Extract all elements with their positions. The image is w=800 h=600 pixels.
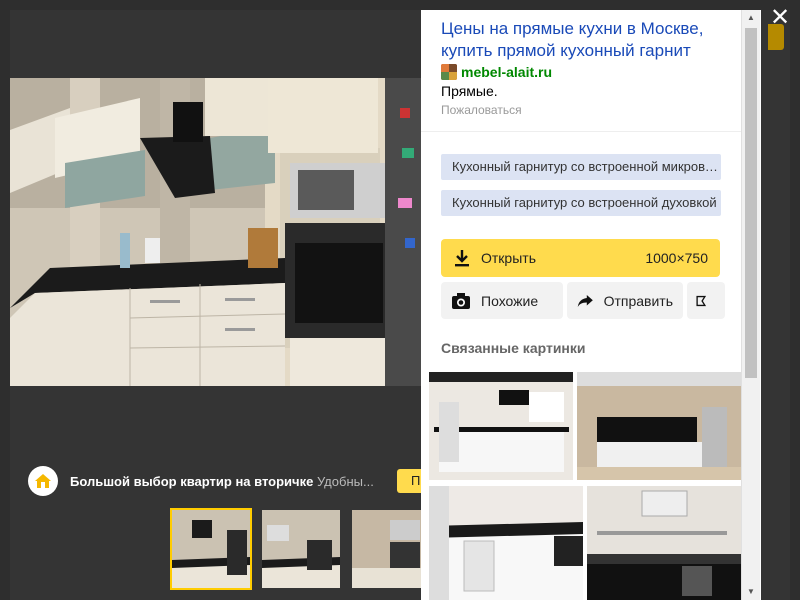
scroll-down-icon[interactable]: ▼ [746, 587, 756, 597]
kitchen-photo [10, 78, 422, 386]
action-row: Похожие Отправить [441, 282, 725, 319]
close-icon[interactable]: ✕ [768, 6, 792, 30]
house-icon [28, 466, 58, 496]
share-arrow-icon [577, 294, 593, 307]
share-button[interactable]: Отправить [567, 282, 683, 319]
similar-button[interactable]: Похожие [441, 282, 563, 319]
source-card: Цены на прямые кухни в Москве, купить пр… [421, 10, 741, 132]
thumbnail-item[interactable] [260, 508, 342, 590]
panel-scrollbar[interactable]: ▲ ▼ [741, 10, 760, 600]
open-button[interactable]: Открыть 1000×750 [441, 239, 720, 277]
page-title-link[interactable]: Цены на прямые кухни в Москве, купить пр… [441, 18, 721, 62]
main-image[interactable] [10, 78, 422, 386]
source-link[interactable]: mebel-alait.ru [441, 64, 721, 80]
camera-search-icon [452, 292, 470, 309]
thumbnail-item[interactable] [170, 508, 252, 590]
scrollbar-thumb[interactable] [745, 28, 757, 378]
related-image[interactable] [429, 486, 583, 600]
ad-title: Большой выбор квартир на вторичке [70, 473, 314, 489]
related-queries: Кухонный гарнитур со встроенной микровол… [441, 154, 721, 226]
source-domain: mebel-alait.ru [461, 64, 553, 80]
thumbnail-strip [170, 508, 432, 592]
query-chip[interactable]: Кухонный гарнитур со встроенной духовкой [441, 190, 721, 216]
image-description: Прямые. [441, 83, 498, 99]
related-image[interactable] [577, 372, 741, 480]
complain-link[interactable]: Пожаловаться [441, 103, 721, 117]
image-size: 1000×750 [645, 250, 708, 266]
download-icon [455, 250, 469, 267]
bookmark-icon [696, 295, 706, 306]
similar-label: Похожие [481, 292, 539, 309]
related-images-heading: Связанные картинки [441, 340, 586, 356]
collection-add-button[interactable] [687, 282, 725, 319]
ad-text: Большой выбор квартир на вторичке Удобны… [70, 474, 374, 489]
related-image[interactable] [429, 372, 573, 480]
site-favicon-icon [441, 64, 457, 80]
open-label: Открыть [481, 250, 536, 266]
share-label: Отправить [603, 292, 673, 309]
related-image[interactable] [587, 486, 741, 600]
scroll-up-icon[interactable]: ▲ [746, 13, 756, 23]
ad-banner[interactable]: Большой выбор квартир на вторичке Удобны… [28, 466, 427, 496]
info-panel: Цены на прямые кухни в Москве, купить пр… [421, 10, 761, 600]
ad-subtitle: Удобны... [316, 473, 374, 489]
query-chip[interactable]: Кухонный гарнитур со встроенной микровол… [441, 154, 721, 180]
thumbnail-item[interactable] [350, 508, 432, 590]
